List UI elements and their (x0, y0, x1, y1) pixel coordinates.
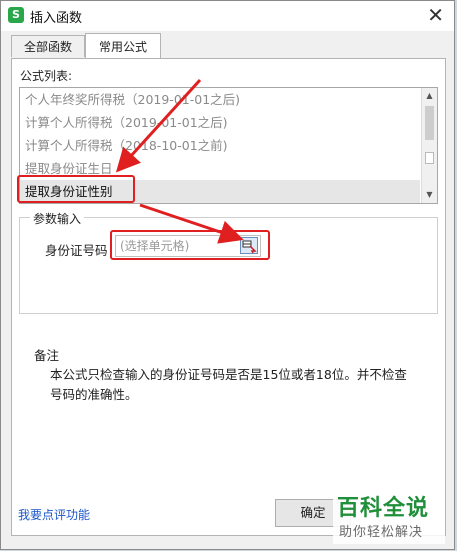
watermark-sub: 助你轻松解决 (339, 525, 424, 540)
annotation-arrow-2 (139, 203, 244, 244)
watermark: 百科全说 助你轻松解决 (333, 488, 445, 544)
annotation-arrows (115, 78, 244, 244)
watermark-main: 百科全说 (337, 496, 430, 521)
annotation-arrow-1 (115, 78, 202, 173)
